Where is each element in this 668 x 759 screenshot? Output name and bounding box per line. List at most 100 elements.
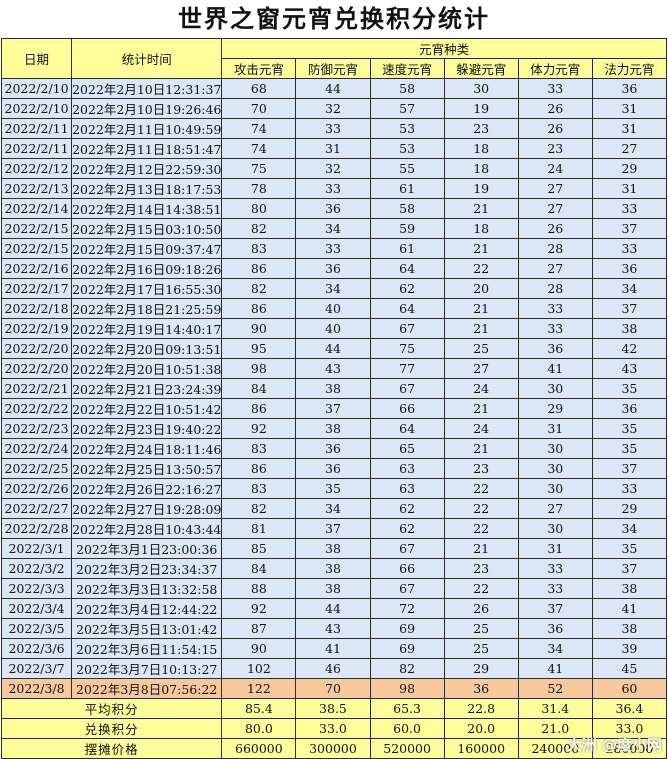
cell-value: 33 xyxy=(295,238,371,259)
footer-label: 平均积分 xyxy=(0,698,223,719)
cell-time: 2022年2月15日09:37:47 xyxy=(71,238,223,259)
cell-time: 2022年2月27日19:28:09 xyxy=(71,498,223,519)
footer-value: 65.3 xyxy=(369,698,445,719)
cell-value: 92 xyxy=(221,598,297,619)
cell-value: 84 xyxy=(221,378,297,399)
cell-value: 38 xyxy=(591,318,668,339)
cell-value: 33 xyxy=(591,198,668,219)
cell-date: 2022/2/10 xyxy=(0,78,73,99)
points-table: 日期 统计时间 元宵种类 攻击元宵 防御元宵 速度元宵 躲避元宵 体力元宵 法力… xyxy=(0,38,668,759)
cell-value: 21 xyxy=(443,438,519,459)
cell-value: 38 xyxy=(295,418,371,439)
cell-time: 2022年2月25日13:50:57 xyxy=(71,458,223,479)
cell-value: 32 xyxy=(295,158,371,179)
footer-value: 300000 xyxy=(295,738,371,759)
cell-time: 2022年3月4日12:44:22 xyxy=(71,598,223,619)
footer-value: 80.0 xyxy=(221,718,297,739)
cell-value: 90 xyxy=(221,638,297,659)
cell-date: 2022/2/15 xyxy=(0,238,73,259)
cell-value: 41 xyxy=(517,658,593,679)
cell-value: 34 xyxy=(517,638,593,659)
cell-value: 37 xyxy=(591,558,668,579)
cell-value: 19 xyxy=(443,98,519,119)
table-row: 2022/2/21 2022年2月21日23:24:39 84 38 67 24 30 35 xyxy=(0,378,668,399)
cell-value: 34 xyxy=(591,278,668,299)
cell-value: 20 xyxy=(443,278,519,299)
cell-value: 34 xyxy=(295,218,371,239)
cell-value: 38 xyxy=(295,558,371,579)
cell-value: 43 xyxy=(295,358,371,379)
cell-value: 18 xyxy=(443,138,519,159)
cell-value: 31 xyxy=(591,98,668,119)
cell-value: 41 xyxy=(591,598,668,619)
cell-value: 122 xyxy=(221,678,297,699)
cell-time: 2022年2月16日09:18:26 xyxy=(71,258,223,279)
header-attack: 攻击元宵 xyxy=(221,58,297,79)
cell-value: 35 xyxy=(591,418,668,439)
cell-value: 27 xyxy=(591,138,668,159)
cell-date: 2022/2/14 xyxy=(0,198,73,219)
cell-date: 2022/2/24 xyxy=(0,438,73,459)
table-row: 2022/2/20 2022年2月20日10:51:38 98 43 77 27 41 43 xyxy=(0,358,668,379)
cell-value: 66 xyxy=(369,398,445,419)
cell-value: 25 xyxy=(443,338,519,359)
cell-date: 2022/3/8 xyxy=(0,678,73,699)
cell-date: 2022/2/13 xyxy=(0,178,73,199)
cell-value: 82 xyxy=(369,658,445,679)
cell-value: 61 xyxy=(369,238,445,259)
cell-date: 2022/2/12 xyxy=(0,158,73,179)
table-row: 2022/2/28 2022年2月28日10:43:44 81 37 62 22 30 34 xyxy=(0,518,668,539)
cell-value: 23 xyxy=(443,118,519,139)
cell-value: 33 xyxy=(517,558,593,579)
cell-value: 78 xyxy=(221,178,297,199)
cell-value: 31 xyxy=(591,178,668,199)
cell-value: 102 xyxy=(221,658,297,679)
cell-value: 36 xyxy=(591,398,668,419)
table-row: 2022/2/14 2022年2月14日14:38:51 80 36 58 21 27 33 xyxy=(0,198,668,219)
cell-value: 37 xyxy=(591,218,668,239)
table-row: 2022/3/7 2022年3月7日10:13:27 102 46 82 29 41 45 xyxy=(0,658,668,679)
cell-value: 37 xyxy=(591,298,668,319)
cell-value: 98 xyxy=(369,678,445,699)
cell-value: 31 xyxy=(591,118,668,139)
cell-time: 2022年2月26日22:16:27 xyxy=(71,478,223,499)
footer-value: 38.5 xyxy=(295,698,371,719)
cell-time: 2022年3月3日13:32:58 xyxy=(71,578,223,599)
cell-value: 37 xyxy=(517,598,593,619)
footer-value: 160000 xyxy=(443,738,519,759)
table-row: 2022/2/24 2022年2月24日18:11:46 83 36 65 21 30 35 xyxy=(0,438,668,459)
cell-time: 2022年3月1日23:00:36 xyxy=(71,538,223,559)
cell-value: 27 xyxy=(517,198,593,219)
cell-value: 39 xyxy=(591,638,668,659)
cell-time: 2022年3月2日23:34:37 xyxy=(71,558,223,579)
cell-value: 29 xyxy=(591,158,668,179)
cell-value: 35 xyxy=(591,538,668,559)
cell-date: 2022/2/10 xyxy=(0,98,73,119)
cell-date: 2022/3/6 xyxy=(0,638,73,659)
cell-time: 2022年2月24日18:11:46 xyxy=(71,438,223,459)
table-row: 2022/2/11 2022年2月11日18:51:47 74 31 53 18 23 27 xyxy=(0,138,668,159)
cell-value: 83 xyxy=(221,238,297,259)
cell-value: 33 xyxy=(517,78,593,99)
cell-value: 82 xyxy=(221,218,297,239)
header-dodge: 躲避元宵 xyxy=(443,58,519,79)
cell-value: 55 xyxy=(369,158,445,179)
cell-value: 63 xyxy=(369,458,445,479)
header-date: 日期 xyxy=(0,38,73,79)
cell-date: 2022/2/18 xyxy=(0,298,73,319)
cell-value: 40 xyxy=(295,318,371,339)
cell-value: 23 xyxy=(517,138,593,159)
cell-value: 72 xyxy=(369,598,445,619)
cell-date: 2022/2/28 xyxy=(0,518,73,539)
cell-value: 82 xyxy=(221,278,297,299)
cell-value: 28 xyxy=(517,278,593,299)
page-title: 世界之窗元宵兑换积分统计 xyxy=(178,4,490,33)
cell-value: 35 xyxy=(591,438,668,459)
cell-value: 34 xyxy=(591,518,668,539)
cell-value: 74 xyxy=(221,118,297,139)
cell-value: 43 xyxy=(591,358,668,379)
cell-value: 92 xyxy=(221,418,297,439)
footer-value: 660000 xyxy=(221,738,297,759)
table-row: 2022/2/23 2022年2月23日19:40:22 92 38 64 24 31 35 xyxy=(0,418,668,439)
cell-value: 26 xyxy=(443,598,519,619)
